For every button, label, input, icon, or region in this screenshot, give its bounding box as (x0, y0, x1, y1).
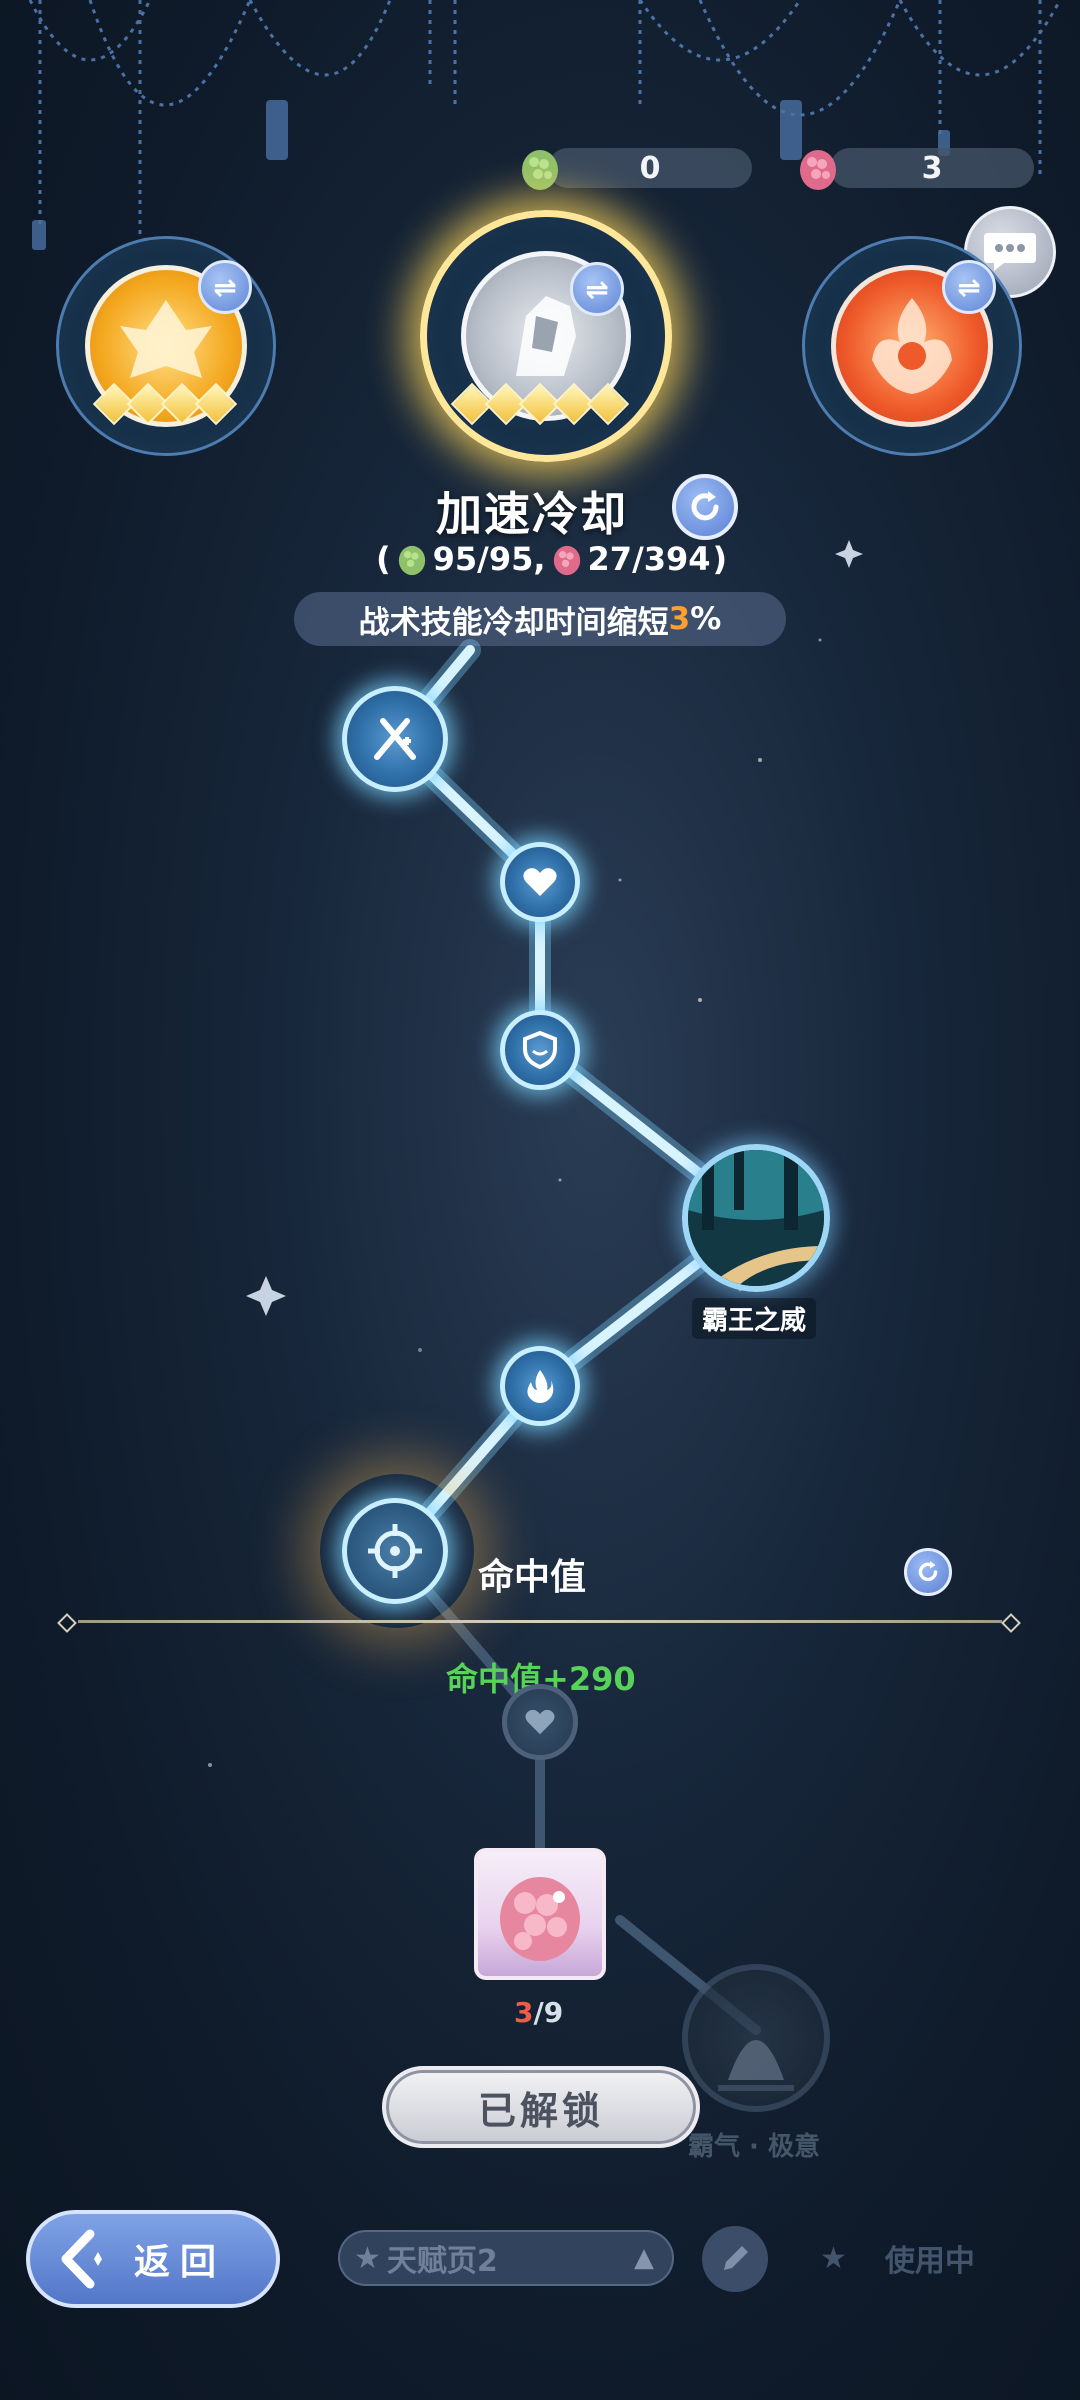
cost-open-paren: ( (376, 540, 391, 578)
green-currency-counter: 0 (548, 148, 752, 188)
swap-silver-talent-button[interactable]: ⇌ (570, 262, 624, 316)
talent-badge-silver[interactable] (420, 210, 672, 462)
cost-close-paren: ) (712, 540, 728, 578)
talent-node-defense[interactable] (500, 1010, 580, 1090)
talent-node-overlord-might[interactable] (682, 1144, 830, 1292)
crossed-swords-icon (374, 718, 416, 760)
pink-gem-icon (500, 1877, 580, 1961)
talent-page-selector[interactable]: ★ 天赋页2 ▲ (338, 2230, 674, 2286)
silver-badge-rank-diamonds (450, 382, 630, 426)
unlocked-status-button[interactable]: 已解锁 (382, 2066, 700, 2148)
talent-node-locked-domination[interactable] (682, 1964, 830, 2112)
item-count: 3/9 (514, 1996, 563, 2029)
star-icon: ★ (820, 2240, 847, 2276)
talent-node-health-locked[interactable] (502, 1684, 578, 1760)
gold-badge-rank-diamonds (92, 382, 238, 426)
swap-icon: ⇌ (957, 270, 981, 304)
rename-page-button[interactable] (702, 2226, 768, 2292)
crosshair-icon (368, 1524, 422, 1578)
selected-node-title: 命中值 (478, 1557, 587, 1598)
reset-node-button[interactable] (904, 1548, 952, 1596)
swap-red-talent-button[interactable]: ⇌ (942, 260, 996, 314)
back-button[interactable]: 返回 (26, 2210, 280, 2308)
item-have: 3 (514, 1996, 534, 2029)
swap-icon: ⇌ (585, 272, 609, 306)
talent-node-weapon[interactable] (342, 686, 448, 792)
flame-icon (527, 1370, 554, 1403)
swap-gold-talent-button[interactable]: ⇌ (198, 260, 252, 314)
green-gem-icon (398, 545, 425, 576)
pink-gem-icon (800, 150, 836, 190)
overlord-might-label: 霸王之威 (692, 1298, 817, 1339)
detail-divider (78, 1620, 1002, 1623)
forest-path-icon (688, 1150, 824, 1286)
item-total: /9 (533, 1996, 564, 2029)
required-item-card[interactable] (474, 1848, 606, 1980)
refresh-icon (691, 491, 719, 521)
swap-icon: ⇌ (213, 270, 237, 304)
star-icon: ★ (354, 2240, 381, 2276)
heart-icon (525, 1709, 555, 1735)
talent-cost: ( 95/95, 27/394 ) (376, 540, 727, 578)
pink-currency-amount: 3 (921, 150, 943, 186)
talent-page-label: 天赋页2 (386, 2244, 498, 2279)
pink-gem-icon (553, 545, 580, 576)
tornado-icon (718, 2040, 794, 2091)
heart-icon (523, 868, 557, 896)
pink-currency-counter: 3 (830, 148, 1034, 188)
green-currency-amount: 0 (639, 150, 661, 186)
in-use-status: ★ 使用中 (820, 2236, 975, 2280)
unlock-label: 已解锁 (477, 2088, 604, 2133)
green-cost: 95/95, (432, 540, 546, 578)
talent-node-health[interactable] (500, 842, 580, 922)
shield-icon (523, 1031, 557, 1069)
pencil-icon (724, 2246, 748, 2270)
talent-name: 加速冷却 (436, 487, 628, 541)
pink-cost: 27/394 (587, 540, 711, 578)
back-arrow-icon (61, 2229, 102, 2289)
green-gem-icon (522, 150, 558, 190)
reset-talent-button[interactable] (672, 474, 738, 540)
dropdown-arrow-icon: ▲ (634, 2243, 654, 2273)
talent-node-accuracy[interactable] (342, 1498, 448, 1604)
talent-node-fire[interactable] (500, 1346, 580, 1426)
back-label: 返回 (134, 2242, 227, 2283)
in-use-label: 使用中 (884, 2244, 975, 2279)
refresh-icon (918, 1561, 938, 1582)
locked-node-label: 霸气 · 极意 (688, 2132, 820, 2162)
